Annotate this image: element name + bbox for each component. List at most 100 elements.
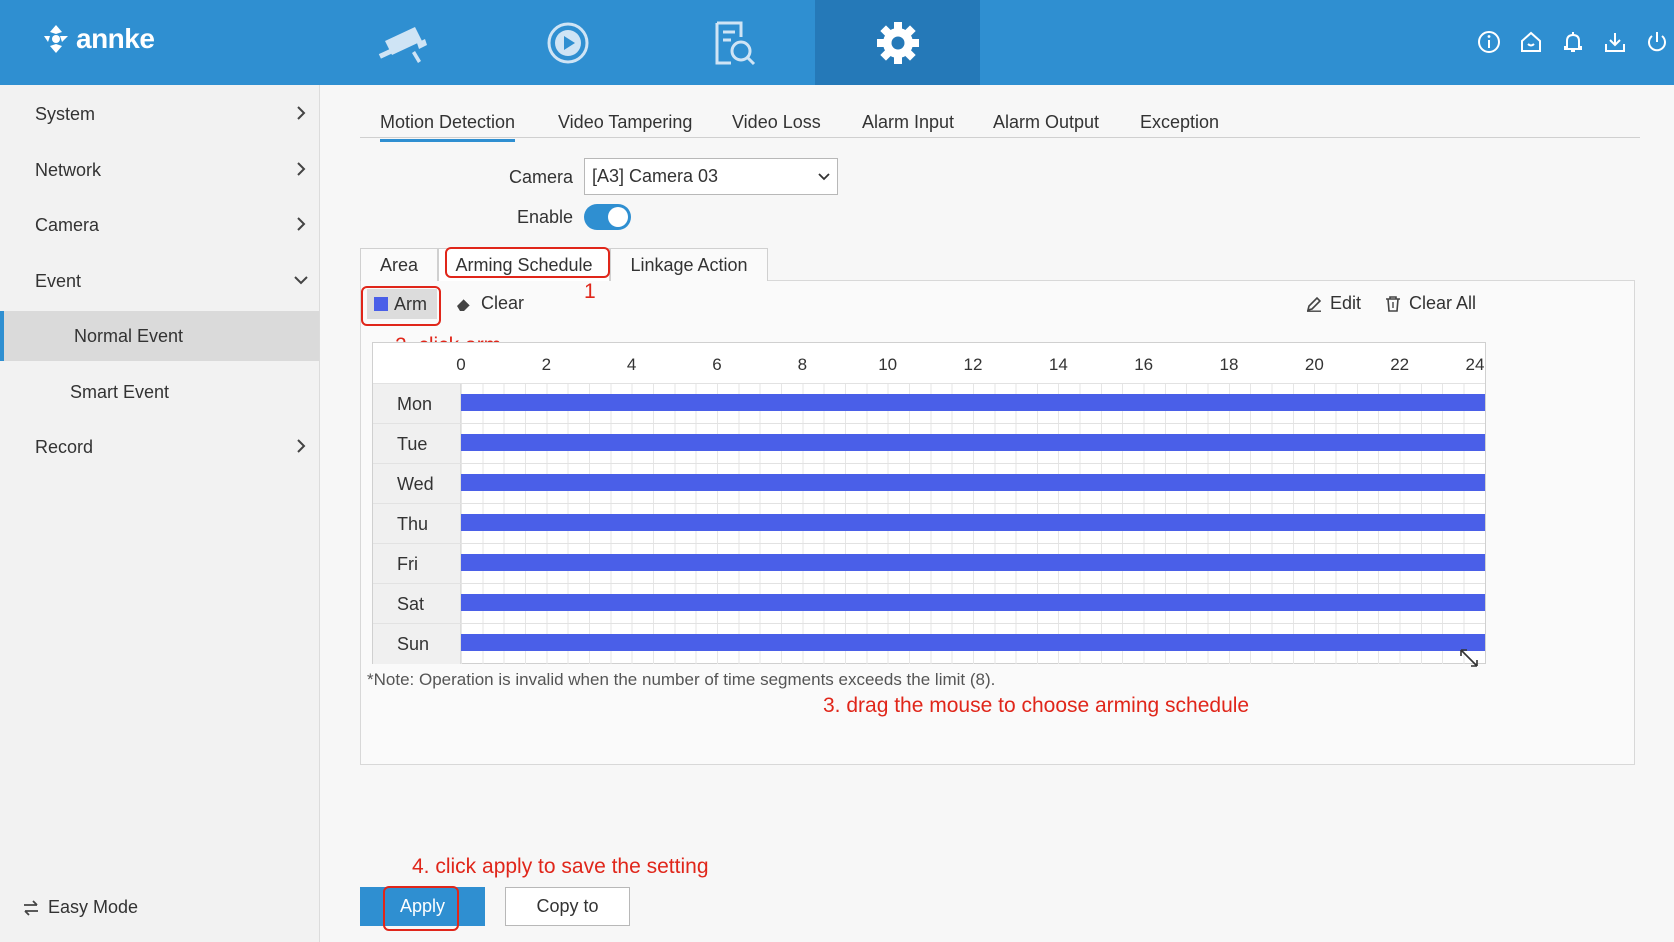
schedule-row[interactable]: Thu [373, 503, 1485, 544]
schedule-track[interactable] [461, 504, 1485, 544]
highlight-apply-button [383, 886, 459, 931]
hour-tick-label: 4 [626, 355, 637, 374]
sidebar-item-label: Normal Event [74, 325, 184, 346]
clear-label: Clear [481, 293, 525, 313]
hour-tick-label: 0 [456, 355, 466, 374]
hour-tick-label: 22 [1390, 355, 1410, 374]
sidebar-item-label: Smart Event [70, 381, 170, 402]
power-button[interactable] [1643, 28, 1671, 56]
tab-alarm-input[interactable]: Alarm Input [862, 112, 954, 133]
subtab-linkage-action[interactable]: Linkage Action [610, 248, 768, 281]
camera-select-value: [A3] Camera 03 [592, 166, 719, 186]
info-button[interactable] [1475, 28, 1503, 56]
copy-to-button[interactable]: Copy to [505, 887, 630, 926]
armed-segment-bar[interactable] [461, 554, 1485, 571]
hour-tick-label: 8 [797, 355, 808, 374]
power-icon [1648, 32, 1666, 52]
resize-cursor-icon [1460, 649, 1478, 667]
hour-tick-label: 6 [712, 355, 722, 374]
playback-icon [547, 22, 588, 63]
download-icon [1605, 33, 1625, 52]
easy-mode-label: Easy Mode [48, 897, 139, 917]
schedule-track[interactable] [461, 464, 1485, 504]
sidebar: System Network Camera Event Normal Event… [0, 85, 320, 942]
camera-label: Camera [508, 167, 573, 187]
event-tabs: Motion Detection Video Tampering Video L… [360, 100, 1640, 142]
clear-all-label: Clear All [1409, 293, 1477, 313]
chevron-right-icon [297, 106, 306, 120]
hour-tick-label: 16 [1134, 355, 1154, 374]
hour-tick-label: 10 [878, 355, 898, 374]
schedule-grid[interactable]: 0 2 4 6 8 10 12 14 16 18 20 22 24 Mon Tue Wed Thu Fri Sat S… [372, 342, 1486, 664]
schedule-row[interactable]: Tue [373, 423, 1485, 464]
settings-gear-icon [876, 21, 919, 64]
nav-configuration[interactable] [815, 0, 980, 85]
sidebar-item-network[interactable]: Network [0, 145, 319, 195]
tab-video-tampering[interactable]: Video Tampering [558, 112, 692, 133]
schedule-row[interactable]: Mon [373, 383, 1485, 424]
hour-tick-label: 24 [1465, 355, 1485, 374]
search-file-icon [715, 21, 755, 65]
nav-playback[interactable] [485, 0, 650, 85]
annotation-step4: 4. click apply to save the setting [412, 855, 709, 878]
sidebar-item-record[interactable]: Record [0, 422, 319, 472]
edit-button[interactable]: Edit [1306, 293, 1361, 314]
armed-segment-bar[interactable] [461, 434, 1485, 451]
nav-search[interactable] [650, 0, 815, 85]
annke-logo: annke [38, 22, 155, 56]
armed-segment-bar[interactable] [461, 634, 1485, 651]
annotation-step1: 1 [584, 280, 596, 303]
schedule-row[interactable]: Fri [373, 543, 1485, 584]
sidebar-item-event[interactable]: Event [0, 256, 319, 306]
tab-motion-detection[interactable]: Motion Detection [380, 112, 516, 142]
day-label: Sat [373, 584, 461, 624]
hour-tick-label: 18 [1219, 355, 1239, 374]
day-label: Fri [373, 544, 461, 584]
sidebar-item-smart-event[interactable]: Smart Event [0, 367, 319, 417]
schedule-track[interactable] [461, 384, 1485, 424]
easy-mode-button[interactable]: Easy Mode [22, 897, 138, 918]
tab-alarm-output[interactable]: Alarm Output [993, 112, 1099, 133]
sidebar-item-label: Camera [35, 214, 100, 235]
sidebar-item-normal-event[interactable]: Normal Event [0, 311, 319, 361]
tab-exception[interactable]: Exception [1140, 112, 1219, 133]
schedule-row[interactable]: Wed [373, 463, 1485, 504]
highlight-arming-schedule [445, 247, 610, 278]
sidebar-item-label: Network [35, 159, 102, 180]
armed-segment-bar[interactable] [461, 474, 1485, 491]
home-button[interactable] [1517, 28, 1545, 56]
chevron-right-icon [297, 217, 306, 231]
hour-tick-label: 20 [1304, 355, 1324, 374]
notifications-button[interactable] [1559, 28, 1587, 56]
schedule-track[interactable] [461, 424, 1485, 464]
sidebar-item-system[interactable]: System [0, 89, 319, 139]
day-label: Tue [373, 424, 461, 464]
clear-all-button[interactable]: Clear All [1385, 293, 1476, 314]
schedule-row[interactable]: Sat [373, 583, 1485, 624]
hour-tick-label: 2 [541, 355, 552, 374]
armed-segment-bar[interactable] [461, 394, 1485, 411]
schedule-track[interactable] [461, 584, 1485, 624]
sidebar-item-label: Event [35, 270, 82, 291]
sidebar-item-camera[interactable]: Camera [0, 200, 319, 250]
armed-segment-bar[interactable] [461, 514, 1485, 531]
schedule-track[interactable] [461, 624, 1485, 664]
day-label: Thu [373, 504, 461, 544]
schedule-track[interactable] [461, 544, 1485, 584]
day-label: Sun [373, 624, 461, 664]
schedule-row[interactable]: Sun [373, 623, 1485, 664]
hour-tick-label: 12 [963, 355, 983, 374]
nav-live-view[interactable] [320, 0, 485, 85]
subtab-area[interactable]: Area [360, 248, 438, 281]
tab-video-loss[interactable]: Video Loss [732, 112, 821, 133]
enable-toggle[interactable] [584, 204, 631, 230]
download-button[interactable] [1601, 28, 1629, 56]
camera-icon [378, 26, 427, 63]
camera-select[interactable]: [A3] Camera 03 [584, 158, 838, 195]
enable-label: Enable [516, 207, 573, 227]
chevron-right-icon [297, 162, 306, 176]
armed-segment-bar[interactable] [461, 594, 1485, 611]
home-icon [1521, 31, 1541, 52]
chevron-down-icon [294, 276, 308, 285]
clear-button[interactable]: Clear [455, 293, 524, 314]
